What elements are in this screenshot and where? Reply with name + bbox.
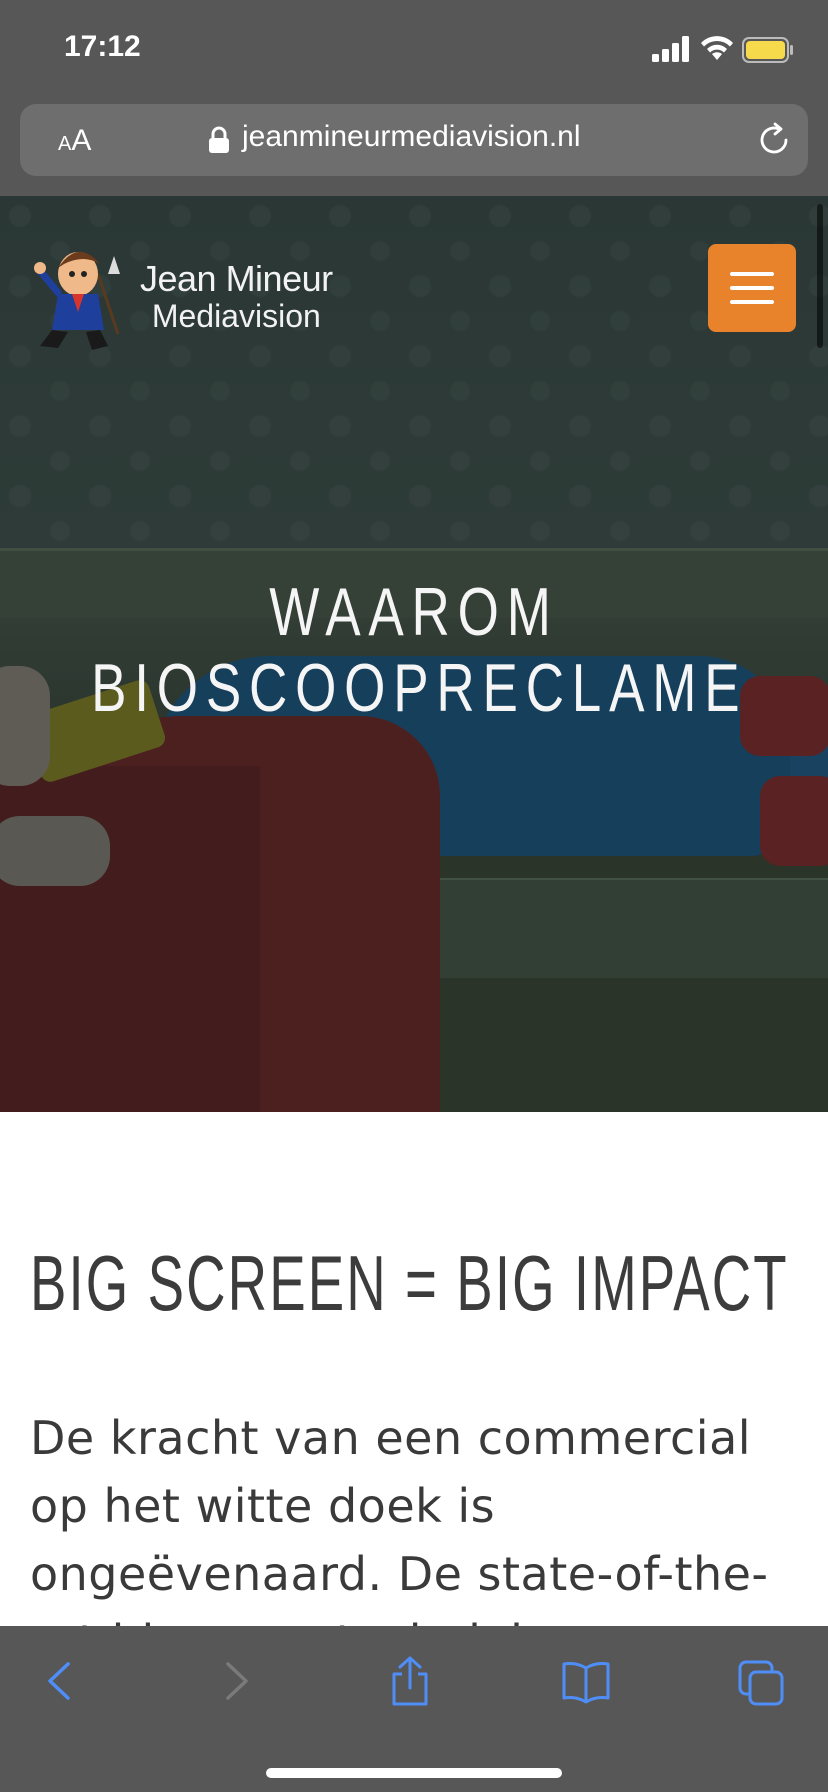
brand-name-line1: Jean Mineur: [140, 258, 333, 299]
hero-title-line2: BIOSCOOPRECLAME: [91, 650, 748, 726]
section-heading: BIG SCREEN = BIG IMPACT: [30, 1239, 789, 1327]
hero-title: WAAROM BIOSCOOPRECLAME: [91, 574, 748, 726]
share-icon[interactable]: [386, 1656, 434, 1706]
hero-section: Jean Mineur Mediavision WAAROM BIOSCOOPR…: [0, 196, 828, 1112]
chevron-right-icon[interactable]: [212, 1656, 260, 1706]
scroll-indicator: [817, 204, 823, 348]
chevron-left-icon[interactable]: [36, 1656, 84, 1706]
book-icon[interactable]: [562, 1656, 610, 1706]
body-paragraph: De kracht van een commercial op het witt…: [30, 1411, 769, 1626]
home-indicator[interactable]: [266, 1768, 562, 1778]
status-time: 17:12: [64, 30, 141, 63]
hamburger-menu-button[interactable]: [708, 244, 796, 332]
lock-icon: [209, 126, 229, 153]
reload-icon[interactable]: [756, 122, 792, 158]
text-size-button[interactable]: AA: [58, 124, 91, 158]
battery-icon: [742, 37, 793, 63]
cellular-signal-icon: [652, 36, 689, 62]
hero-title-line1: WAAROM: [269, 574, 559, 650]
text-size-big-label: A: [71, 124, 92, 157]
address-bar[interactable]: AA jeanmineurmediavision.nl: [20, 104, 808, 176]
tabs-icon[interactable]: [738, 1656, 786, 1706]
url-text[interactable]: jeanmineurmediavision.nl: [242, 120, 581, 154]
menu-bar-icon: [730, 272, 774, 276]
content-section: BIG SCREEN = BIG IMPACT De kracht van ee…: [0, 1112, 828, 1626]
menu-bar-icon: [730, 300, 774, 304]
status-bar: 17:12: [0, 0, 828, 100]
brand-logo-text[interactable]: Jean Mineur Mediavision: [140, 258, 333, 335]
text-size-small-label: A: [58, 133, 72, 155]
browser-toolbar: [0, 1626, 828, 1792]
menu-bar-icon: [730, 286, 774, 290]
mascot-logo-icon[interactable]: [28, 234, 128, 354]
brand-name-line2: Mediavision: [151, 298, 321, 334]
wifi-icon: [701, 36, 733, 60]
